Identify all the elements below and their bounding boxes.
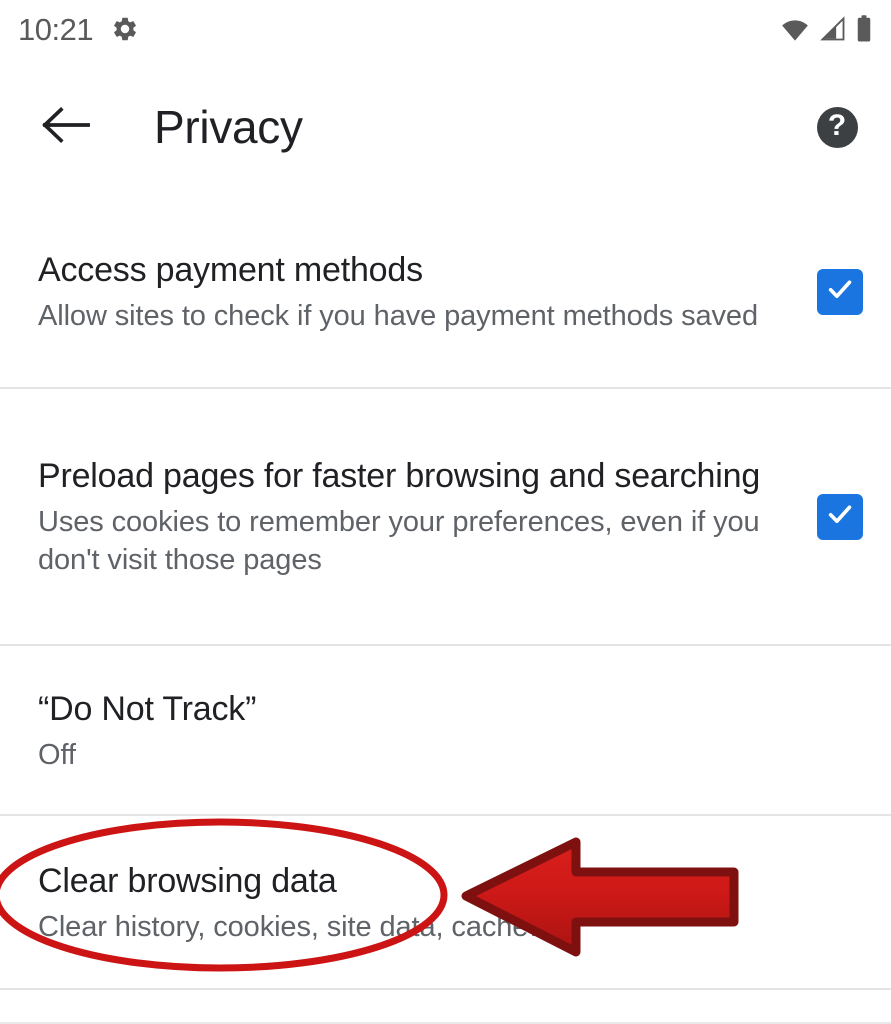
checkmark-icon: [825, 274, 855, 309]
back-arrow-icon: [41, 105, 91, 150]
settings-list: Access payment methods Allow sites to ch…: [0, 196, 891, 1024]
setting-row-preload-pages[interactable]: Preload pages for faster browsing and se…: [0, 389, 891, 646]
battery-icon: [855, 14, 873, 44]
row-text-block: Access payment methods Allow sites to ch…: [38, 248, 817, 335]
status-clock: 10:21: [18, 11, 94, 47]
setting-row-access-payment-methods[interactable]: Access payment methods Allow sites to ch…: [0, 196, 891, 389]
cell-signal-icon: [818, 15, 848, 43]
setting-row-clear-browsing-data[interactable]: Clear browsing data Clear history, cooki…: [0, 816, 891, 990]
setting-row-partial-next[interactable]: [0, 990, 891, 1024]
setting-subtitle: Allow sites to check if you have payment…: [38, 300, 758, 332]
status-bar: 10:21: [0, 0, 891, 58]
setting-subtitle: Uses cookies to remember your preference…: [38, 506, 760, 576]
checkbox-access-payment-methods[interactable]: [817, 268, 863, 315]
row-text-block: Clear browsing data Clear history, cooki…: [38, 859, 863, 946]
app-bar: Privacy ?: [0, 58, 891, 196]
setting-title: Clear browsing data: [38, 861, 337, 900]
setting-title: Access payment methods: [38, 251, 423, 289]
back-button[interactable]: [36, 97, 96, 157]
help-icon: ?: [816, 106, 858, 148]
setting-subtitle: Off: [38, 738, 76, 771]
gear-icon: [111, 15, 139, 43]
setting-subtitle: Clear history, cookies, site data, cache…: [38, 910, 558, 943]
page-title: Privacy: [154, 101, 303, 153]
status-bar-right: [779, 14, 873, 44]
checkmark-icon: [825, 499, 855, 534]
row-text-block: Preload pages for faster browsing and se…: [38, 454, 817, 579]
setting-title: “Do Not Track”: [38, 689, 257, 728]
row-text-block: “Do Not Track” Off: [38, 687, 863, 774]
status-bar-left: 10:21: [18, 14, 139, 45]
help-button[interactable]: ?: [809, 99, 865, 155]
wifi-icon: [779, 15, 811, 43]
checkbox-preload-pages[interactable]: [817, 493, 863, 540]
setting-row-do-not-track[interactable]: “Do Not Track” Off: [0, 646, 891, 816]
privacy-settings-screen: 10:21 Privacy ? Access payment methods A…: [0, 0, 891, 1024]
setting-title: Preload pages for faster browsing and se…: [38, 457, 761, 495]
